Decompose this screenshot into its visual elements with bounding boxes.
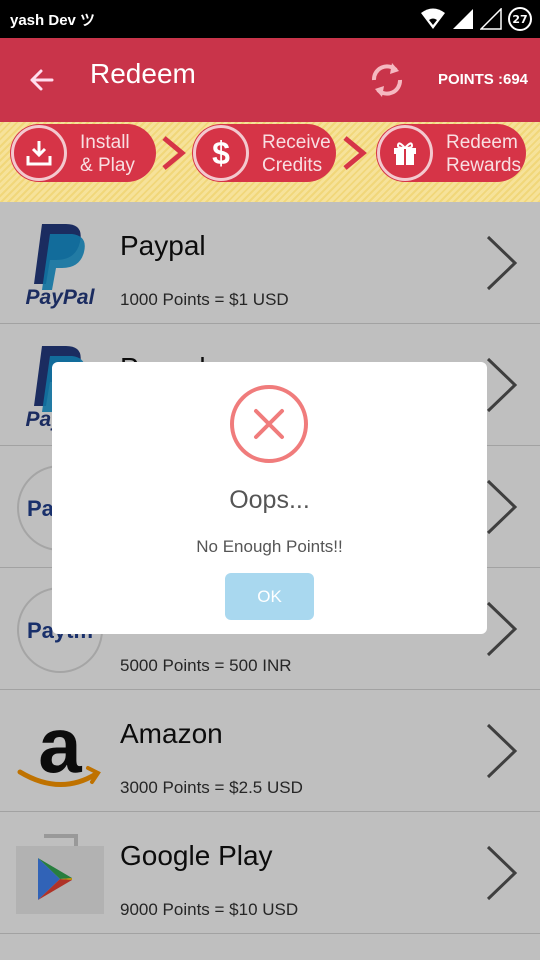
step-label: Redeem Rewards bbox=[446, 132, 521, 176]
app-bar: Redeem POINTS :694 bbox=[0, 38, 540, 122]
chevron-right-icon bbox=[343, 136, 367, 170]
chevron-right-icon bbox=[162, 136, 186, 170]
download-icon bbox=[11, 125, 67, 181]
back-arrow-icon[interactable] bbox=[24, 62, 60, 98]
status-user-name: yash Dev ツ bbox=[10, 12, 96, 29]
battery-icon: 27 bbox=[508, 7, 532, 31]
wifi-icon bbox=[421, 8, 445, 29]
points-balance: POINTS :694 bbox=[437, 71, 528, 88]
step-label: Install & Play bbox=[80, 132, 135, 176]
error-dialog: Oops... No Enough Points!! OK bbox=[52, 362, 487, 634]
dialog-message: No Enough Points!! bbox=[196, 537, 343, 556]
refresh-icon[interactable] bbox=[366, 58, 408, 102]
gift-icon bbox=[377, 125, 433, 181]
ok-button[interactable]: OK bbox=[225, 573, 314, 620]
step-redeem-rewards: Redeem Rewards bbox=[376, 124, 526, 182]
step-receive-credits: $ Receive Credits bbox=[192, 124, 336, 182]
dollar-icon: $ bbox=[193, 125, 249, 181]
step-label: Receive Credits bbox=[262, 132, 331, 176]
status-icons: 27 bbox=[420, 5, 532, 33]
step-install-play: Install & Play bbox=[10, 124, 156, 182]
error-x-icon bbox=[230, 385, 308, 463]
signal-empty-icon bbox=[480, 8, 502, 30]
signal-full-icon bbox=[453, 9, 473, 29]
dialog-title: Oops... bbox=[229, 486, 310, 514]
steps-banner: Install & Play $ Receive Credits Redeem Rew… bbox=[0, 122, 540, 202]
page-title: Redeem bbox=[90, 58, 196, 89]
status-bar: yash Dev ツ 27 bbox=[0, 0, 540, 38]
